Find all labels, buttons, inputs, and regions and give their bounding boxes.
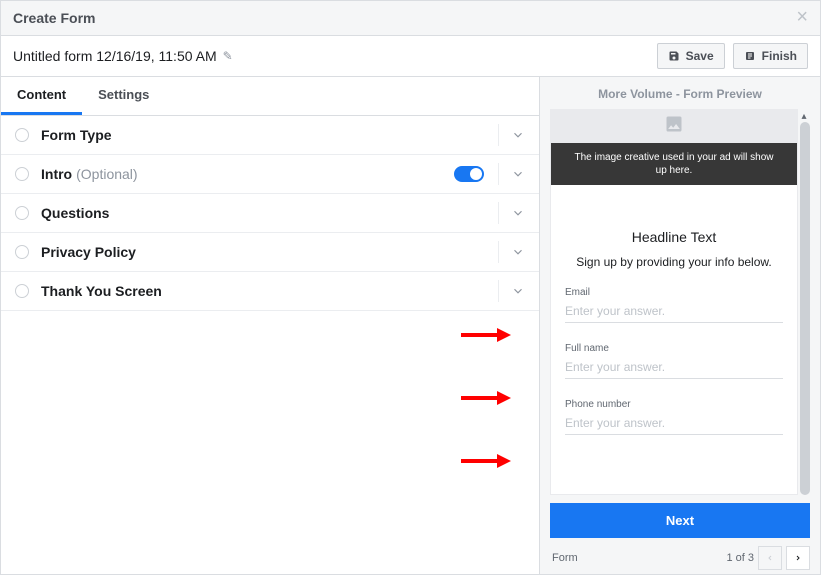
intro-toggle[interactable] <box>454 166 484 182</box>
tab-content[interactable]: Content <box>1 77 82 115</box>
section-privacy-policy[interactable]: Privacy Policy <box>1 233 539 272</box>
section-intro[interactable]: Intro (Optional) <box>1 155 539 194</box>
finish-button[interactable]: Finish <box>733 43 808 69</box>
preview-next-button[interactable]: Next <box>550 503 810 538</box>
save-icon <box>668 50 680 62</box>
status-circle-icon <box>15 245 29 259</box>
field-placeholder: Enter your answer. <box>565 416 783 435</box>
brand-placeholder <box>565 195 783 215</box>
save-button[interactable]: Save <box>657 43 725 69</box>
status-circle-icon <box>15 206 29 220</box>
chevron-down-icon[interactable] <box>511 284 525 298</box>
divider <box>498 280 499 302</box>
section-label: Questions <box>41 205 109 221</box>
chevron-down-icon[interactable] <box>511 245 525 259</box>
finish-icon <box>744 50 756 62</box>
preview-field-fullname: Full name Enter your answer. <box>565 343 783 379</box>
image-placeholder-icon <box>661 110 687 143</box>
annotation-arrow <box>461 454 511 468</box>
chevron-down-icon[interactable] <box>511 167 525 181</box>
status-circle-icon <box>15 128 29 142</box>
chevron-right-icon <box>794 553 802 563</box>
image-banner-text: The image creative used in your ad will … <box>551 143 797 185</box>
section-thank-you[interactable]: Thank You Screen <box>1 272 539 311</box>
preview-subhead: Sign up by providing your info below. <box>565 255 783 269</box>
close-icon[interactable]: × <box>796 7 808 27</box>
preview-header: More Volume - Form Preview <box>540 77 820 109</box>
section-label: Privacy Policy <box>41 244 136 260</box>
annotation-arrow <box>461 391 511 405</box>
divider <box>498 241 499 263</box>
section-label: Thank You Screen <box>41 283 162 299</box>
tab-settings[interactable]: Settings <box>82 77 165 115</box>
chevron-down-icon[interactable] <box>511 206 525 220</box>
dialog-title: Create Form <box>13 10 95 26</box>
pager-label: Form <box>552 552 578 564</box>
finish-label: Finish <box>762 49 797 63</box>
section-form-type[interactable]: Form Type <box>1 116 539 155</box>
divider <box>498 202 499 224</box>
form-name[interactable]: Untitled form 12/16/19, 11:50 AM <box>13 48 217 64</box>
field-label: Full name <box>565 343 783 354</box>
form-preview: The image creative used in your ad will … <box>550 109 798 495</box>
optional-label: (Optional) <box>76 166 137 182</box>
divider <box>498 124 499 146</box>
field-label: Email <box>565 287 783 298</box>
preview-headline: Headline Text <box>565 229 783 245</box>
divider <box>498 163 499 185</box>
section-questions[interactable]: Questions <box>1 194 539 233</box>
pager-prev-button[interactable] <box>758 546 782 570</box>
preview-field-email: Email Enter your answer. <box>565 287 783 323</box>
field-placeholder: Enter your answer. <box>565 304 783 323</box>
annotation-arrow <box>461 328 511 342</box>
chevron-left-icon <box>766 553 774 563</box>
pencil-icon[interactable]: ✎ <box>223 49 233 63</box>
scroll-up-icon[interactable]: ▴ <box>798 109 810 122</box>
preview-field-phone: Phone number Enter your answer. <box>565 399 783 435</box>
field-placeholder: Enter your answer. <box>565 360 783 379</box>
field-label: Phone number <box>565 399 783 410</box>
status-circle-icon <box>15 284 29 298</box>
pager-position: 1 of 3 <box>726 552 754 564</box>
scrollbar[interactable] <box>800 122 810 495</box>
section-label: Intro <box>41 166 72 182</box>
section-label: Form Type <box>41 127 112 143</box>
chevron-down-icon[interactable] <box>511 128 525 142</box>
status-circle-icon <box>15 167 29 181</box>
save-label: Save <box>686 49 714 63</box>
pager-next-button[interactable] <box>786 546 810 570</box>
